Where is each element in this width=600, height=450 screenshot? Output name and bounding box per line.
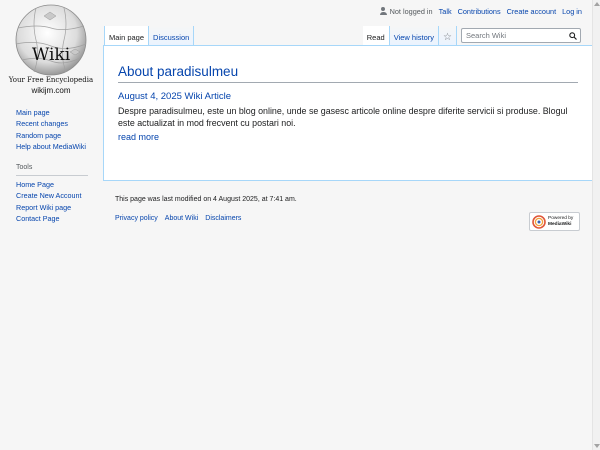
read-more-link[interactable]: read more bbox=[118, 132, 159, 142]
logo-wordmark: Wiki bbox=[32, 45, 71, 65]
post-body: Despre paradisulmeu, este un blog online… bbox=[118, 106, 568, 128]
tab-main-page-label: Main page bbox=[109, 33, 145, 42]
magnifier-icon bbox=[569, 31, 577, 40]
personal-tools: Not logged in Talk Contributions Create … bbox=[379, 4, 582, 18]
scroll-up-arrow-icon[interactable] bbox=[594, 2, 600, 6]
sidebar-link-main-page[interactable]: Main page bbox=[16, 108, 50, 117]
sidebar-item-home-page[interactable]: Home Page bbox=[16, 179, 94, 190]
sidebar-item-create-new-account[interactable]: Create New Account bbox=[16, 190, 94, 201]
sidebar-link-create-new-account[interactable]: Create New Account bbox=[16, 191, 82, 200]
sidebar-link-contact-page[interactable]: Contact Page bbox=[16, 214, 60, 223]
star-icon[interactable]: ☆ bbox=[443, 32, 452, 43]
talk-link[interactable]: Talk bbox=[439, 7, 452, 16]
search-input[interactable] bbox=[462, 31, 566, 40]
create-account-link[interactable]: Create account bbox=[507, 7, 557, 16]
about-wiki-link[interactable]: About Wiki bbox=[165, 215, 198, 222]
puzzle-globe-icon: Wiki bbox=[15, 4, 87, 76]
powered-by-mediawiki-badge[interactable]: Powered by MediaWiki bbox=[529, 212, 580, 231]
logo-tagline: Your Free Encyclopedia bbox=[8, 76, 94, 84]
sidebar-item-report-wiki-page[interactable]: Report Wiki page bbox=[16, 202, 94, 213]
disclaimers-link[interactable]: Disclaimers bbox=[205, 215, 241, 222]
sidebar-item-recent-changes[interactable]: Recent changes bbox=[16, 118, 94, 129]
vertical-scrollbar[interactable] bbox=[592, 0, 600, 450]
tools-heading: Tools bbox=[16, 162, 88, 177]
namespace-tabs: Main page Discussion bbox=[104, 26, 195, 47]
tab-read[interactable]: Read bbox=[362, 26, 390, 47]
last-modified-text: This page was last modified on 4 August … bbox=[115, 196, 297, 203]
tab-discussion-label[interactable]: Discussion bbox=[153, 33, 189, 42]
footer-links: Privacy policy About Wiki Disclaimers bbox=[115, 215, 241, 222]
sidebar-item-main-page[interactable]: Main page bbox=[16, 107, 94, 118]
sidebar-item-help[interactable]: Help about MediaWiki bbox=[16, 141, 94, 152]
navigation-portal: Main page Recent changes Random page Hel… bbox=[16, 107, 94, 152]
privacy-policy-link[interactable]: Privacy policy bbox=[115, 215, 158, 222]
site-logo[interactable]: Wiki Your Free Encyclopedia wikijm.com bbox=[8, 4, 94, 96]
tab-read-label: Read bbox=[366, 33, 385, 42]
contributions-link[interactable]: Contributions bbox=[458, 7, 501, 16]
sidebar-link-random-page[interactable]: Random page bbox=[16, 131, 61, 140]
mediawiki-label: MediaWiki bbox=[548, 221, 572, 227]
search-button[interactable] bbox=[566, 29, 580, 43]
sidebar: Main page Recent changes Random page Hel… bbox=[16, 107, 94, 224]
tab-view-history-label[interactable]: View history bbox=[394, 33, 434, 42]
sidebar-item-contact-page[interactable]: Contact Page bbox=[16, 213, 94, 224]
powered-by-label: Powered by bbox=[548, 215, 574, 221]
tab-view-history[interactable]: View history bbox=[389, 26, 439, 46]
tools-portal: Tools Home Page Create New Account Repor… bbox=[16, 162, 94, 224]
search-box bbox=[461, 28, 581, 43]
log-in-link[interactable]: Log in bbox=[562, 7, 582, 16]
sidebar-item-random-page[interactable]: Random page bbox=[16, 130, 94, 141]
sidebar-link-home-page[interactable]: Home Page bbox=[16, 180, 54, 189]
logo-domain: wikijm.com bbox=[31, 86, 71, 95]
not-logged-in-label: Not logged in bbox=[389, 6, 433, 16]
watch-button[interactable]: ☆ bbox=[439, 26, 457, 46]
scroll-down-arrow-icon[interactable] bbox=[594, 444, 600, 448]
sidebar-link-help[interactable]: Help about MediaWiki bbox=[16, 142, 86, 151]
user-icon bbox=[379, 7, 387, 15]
not-logged-in: Not logged in bbox=[379, 6, 433, 16]
mediawiki-flower-icon bbox=[532, 214, 546, 229]
tab-main-page[interactable]: Main page bbox=[104, 26, 150, 47]
tab-discussion[interactable]: Discussion bbox=[149, 26, 195, 46]
post-date-link[interactable]: August 4, 2025 Wiki Article bbox=[118, 91, 231, 102]
content-area: About paradisulmeu August 4, 2025 Wiki A… bbox=[103, 45, 592, 181]
sidebar-link-recent-changes[interactable]: Recent changes bbox=[16, 119, 68, 128]
view-tabs: Read View history ☆ bbox=[362, 26, 457, 47]
page-title: About paradisulmeu bbox=[118, 64, 578, 83]
sidebar-link-report-wiki-page[interactable]: Report Wiki page bbox=[16, 203, 71, 212]
